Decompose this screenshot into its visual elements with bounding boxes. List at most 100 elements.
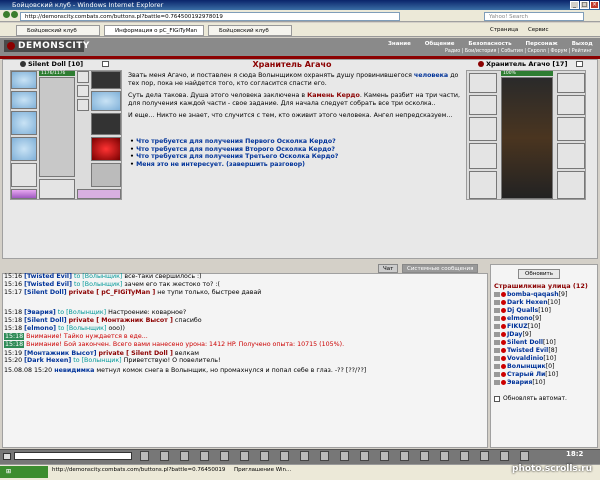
slot-rune-1[interactable] <box>77 71 89 83</box>
chat-recipient[interactable]: to [Волынщик] <box>74 281 122 288</box>
chat-timestamp[interactable]: 15:16 <box>4 273 22 280</box>
help-icon[interactable] <box>500 451 509 461</box>
dialog-option-4[interactable]: Меня это не интересует. (завершить разго… <box>130 161 460 169</box>
fight-icon[interactable] <box>440 451 449 461</box>
online-user-name[interactable]: Twisted Evil <box>507 347 548 354</box>
chat-nick[interactable]: [Twisted Evil] <box>24 273 72 280</box>
online-user[interactable]: JDay[9] <box>494 331 531 339</box>
translit-icon[interactable] <box>160 451 169 461</box>
taskbar-item-browser[interactable]: http://demonscity.combats.com/buttons.pl… <box>52 466 232 475</box>
chat-timestamp[interactable]: 15:18 <box>4 325 22 332</box>
forward-icon[interactable] <box>11 11 18 18</box>
online-user-name[interactable]: Silent Doll <box>507 339 543 346</box>
service-menu[interactable]: Сервис <box>528 27 549 33</box>
exit-icon[interactable] <box>520 451 529 461</box>
online-user-name[interactable]: Dj Qualls <box>507 307 538 314</box>
online-user[interactable]: Волынщик[0] <box>494 363 555 371</box>
address-input[interactable]: http://demonscity.combats.com/buttons.pl… <box>20 12 400 21</box>
private-message-icon[interactable] <box>494 331 500 337</box>
slot-ring[interactable] <box>91 91 121 111</box>
online-user-name[interactable]: FIKUZ <box>507 323 528 330</box>
chat-tab-system[interactable]: Системные сообщения <box>402 264 479 273</box>
online-user-name[interactable]: JDay <box>507 331 522 338</box>
smiles-icon[interactable] <box>140 451 149 461</box>
online-user[interactable]: Twisted Evil[8] <box>494 347 557 355</box>
chat-recipient[interactable]: to [Волынщик] <box>73 357 121 364</box>
minimize-icon[interactable]: _ <box>570 1 579 9</box>
sub-nav[interactable]: Радио | Бои/история | События | Скролл |… <box>445 49 592 56</box>
forum-icon[interactable] <box>400 451 409 461</box>
chat-recipient[interactable]: to [Волынщик] <box>58 309 106 316</box>
chat-private-target[interactable]: private [ Silent Doll ] <box>98 350 172 357</box>
slot-armor[interactable] <box>11 163 37 187</box>
start-button[interactable]: ⊞ <box>0 466 48 478</box>
online-user-name[interactable]: Волынщик <box>507 363 546 370</box>
sound-icon[interactable] <box>220 451 229 461</box>
search-input[interactable]: Yahoo! Search <box>484 12 584 21</box>
online-user[interactable]: Эвария[10] <box>494 379 545 387</box>
online-user[interactable]: Dj Qualls[10] <box>494 307 551 315</box>
close-icon[interactable]: × <box>590 1 599 9</box>
dialog-option-2[interactable]: Что требуется для получения Второго Оско… <box>130 146 460 154</box>
browser-tab-1[interactable]: Бойцовский клуб <box>16 25 100 36</box>
chat-timestamp[interactable]: 15:20 <box>4 357 22 364</box>
private-message-icon[interactable] <box>494 291 500 297</box>
chat-prefix-icon[interactable] <box>3 453 11 460</box>
private-message-icon[interactable] <box>494 299 500 305</box>
private-message-icon[interactable] <box>494 307 500 313</box>
back-icon[interactable] <box>3 11 10 18</box>
chat-recipient[interactable]: to [Волынщик] <box>74 273 122 280</box>
chat-nick[interactable]: невидимка <box>54 367 94 374</box>
private-message-icon[interactable] <box>494 355 500 361</box>
chat-nick[interactable]: [Twisted Evil] <box>24 281 72 288</box>
info-icon[interactable] <box>102 61 109 67</box>
refresh-button[interactable]: Обновить <box>518 269 560 279</box>
online-user[interactable]: Silent Doll[10] <box>494 339 556 347</box>
chat-private-target[interactable]: private [ pC_FIGiTyMan ] <box>69 289 156 296</box>
friends-icon[interactable] <box>320 451 329 461</box>
online-user[interactable]: Dark Hexen[10] <box>494 299 560 307</box>
chat-nick[interactable]: [elmono] <box>24 325 56 332</box>
chat-timestamp[interactable]: 15.08.08 15:20 <box>4 367 52 374</box>
info-icon[interactable] <box>460 451 469 461</box>
chat-tab-chat[interactable]: Чат <box>378 264 399 273</box>
nav-character[interactable]: Персонаж <box>525 41 557 47</box>
taskbar-item-2[interactable]: Приглашение Win... <box>234 466 314 475</box>
online-user-name[interactable]: bomba-qaqash <box>507 291 559 298</box>
dialog-option-1[interactable]: Что требуется для получения Первого Оско… <box>130 138 460 146</box>
slot-earrings[interactable] <box>11 91 37 109</box>
chat-timestamp[interactable]: 15:19 <box>4 350 22 357</box>
bank-icon[interactable] <box>360 451 369 461</box>
chat-nick[interactable]: [Dark Hexen] <box>24 357 71 364</box>
right-doll-name[interactable]: Хранитель Агачо [17] <box>486 60 567 68</box>
online-user-name[interactable]: Vovaldinio <box>507 355 543 362</box>
chat-timestamp[interactable]: 15:18 <box>4 341 25 348</box>
online-user[interactable]: bomba-qaqash[9] <box>494 291 567 299</box>
maximize-icon[interactable]: □ <box>580 1 589 9</box>
private-message-icon[interactable] <box>494 315 500 321</box>
slot-gloves[interactable] <box>91 71 121 89</box>
slot-orb[interactable] <box>91 137 121 161</box>
slot-amulet[interactable] <box>11 111 37 135</box>
mail-icon[interactable] <box>340 451 349 461</box>
slot-belt[interactable] <box>11 189 37 199</box>
chat-nick[interactable]: [Silent Doll] <box>24 289 66 296</box>
chat-private-target[interactable]: private [ Монтажник Высот ] <box>69 317 173 324</box>
page-menu[interactable]: Страница <box>490 27 518 33</box>
online-user-name[interactable]: Эвария <box>507 379 532 386</box>
chat-timestamp[interactable]: 15:17 <box>4 289 22 296</box>
chat-recipient[interactable]: to [Волынщик] <box>58 325 106 332</box>
slot-pants[interactable] <box>91 163 121 187</box>
slot-rune-2[interactable] <box>77 85 89 97</box>
inventory-icon[interactable] <box>280 451 289 461</box>
autorefresh-toggle[interactable]: Обновлять автомат. <box>494 395 567 402</box>
slot-boots[interactable] <box>39 179 75 199</box>
chat-nick[interactable]: [Silent Doll] <box>24 317 66 324</box>
online-user-name[interactable]: Старый Ли <box>507 371 545 378</box>
slot-rune-3[interactable] <box>77 99 89 111</box>
map-icon[interactable] <box>260 451 269 461</box>
nav-knowledge[interactable]: Знание <box>388 41 411 47</box>
settings-icon[interactable] <box>240 451 249 461</box>
chat-timestamp[interactable]: 15:16 <box>4 281 22 288</box>
private-message-icon[interactable] <box>494 379 500 385</box>
